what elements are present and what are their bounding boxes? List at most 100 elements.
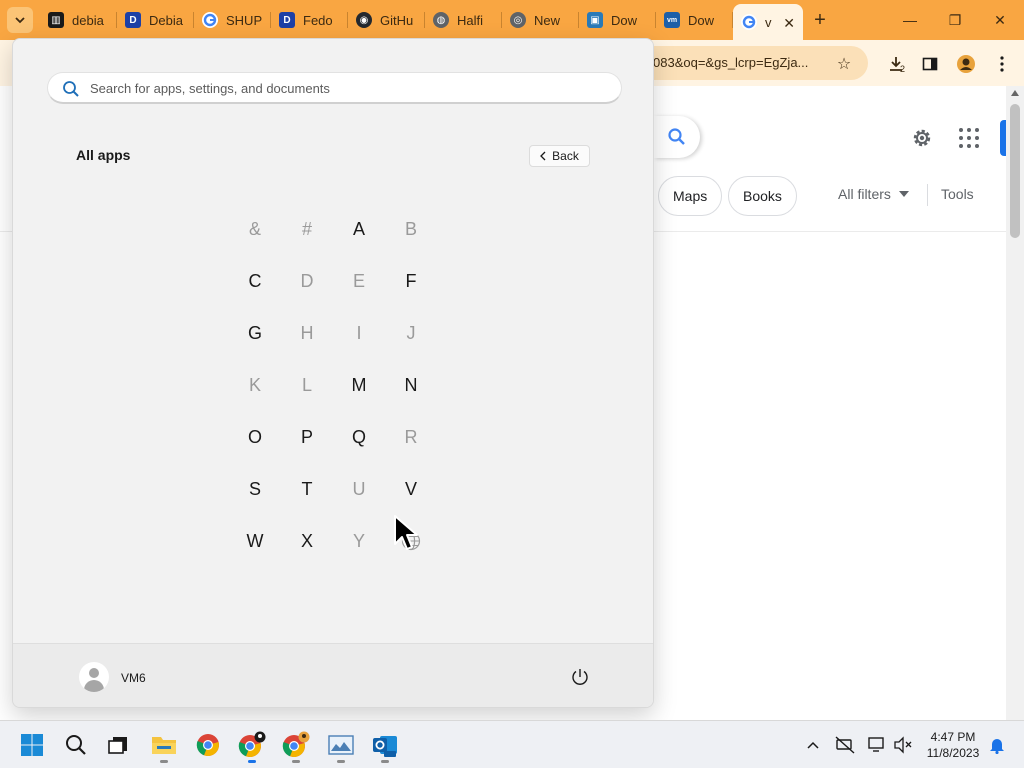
network-disconnected-icon xyxy=(835,736,855,754)
letter-jump-16[interactable]: O xyxy=(229,411,281,463)
chrome-profile-2-taskbar-button[interactable] xyxy=(277,726,315,764)
photo-viewer-icon xyxy=(328,735,354,755)
download-count-badge: 2 xyxy=(900,64,906,74)
browser-tab[interactable]: ◍ Halfi xyxy=(425,0,502,40)
letter-jump-6: E xyxy=(352,270,365,291)
user-name[interactable]: VM6 xyxy=(121,671,146,685)
browser-tab[interactable]: ▣ Dow xyxy=(579,0,656,40)
google-search-submit[interactable] xyxy=(654,116,700,158)
letter-jump-19: R xyxy=(404,426,418,447)
start-search-box[interactable] xyxy=(47,72,622,104)
tab-label: Dow xyxy=(611,12,638,28)
letter-jump-4[interactable]: C xyxy=(229,255,281,307)
browser-tab[interactable]: ◉ GitHu xyxy=(348,0,425,40)
photo-viewer-taskbar-button[interactable] xyxy=(322,726,360,764)
filter-divider xyxy=(927,184,928,206)
letter-d-icon: D xyxy=(279,12,295,28)
downloads-button[interactable]: 2 xyxy=(884,52,908,76)
bookmark-star-icon[interactable]: ☆ xyxy=(832,52,856,76)
task-view-button[interactable] xyxy=(99,726,137,764)
google-apps-button[interactable] xyxy=(955,125,981,151)
mouse-cursor-icon xyxy=(394,515,418,550)
letter-jump-18[interactable]: Q xyxy=(333,411,385,463)
letter-jump-9: H xyxy=(300,322,314,343)
taskbar-search-button[interactable] xyxy=(57,726,95,764)
tab-label: Dow xyxy=(688,12,715,28)
letter-jump-14[interactable]: M xyxy=(333,359,385,411)
restore-button[interactable]: ❐ xyxy=(940,6,970,34)
tab-label: Fedo xyxy=(303,12,333,28)
clock-date: 11/8/2023 xyxy=(926,746,980,760)
search-icon xyxy=(66,735,86,755)
network-status-button[interactable] xyxy=(834,734,856,756)
file-explorer-button[interactable] xyxy=(145,726,183,764)
github-icon: ◉ xyxy=(356,12,372,28)
chrome-profile-taskbar-button[interactable] xyxy=(233,726,271,764)
browser-tab[interactable]: vm Dow xyxy=(656,0,733,40)
scroll-up-arrow-icon[interactable] xyxy=(1011,90,1019,96)
letter-jump-17[interactable]: P xyxy=(281,411,333,463)
start-button[interactable] xyxy=(13,726,51,764)
new-tab-button[interactable]: + xyxy=(808,8,832,32)
running-indicator xyxy=(337,760,345,763)
browser-menu-button[interactable] xyxy=(990,52,1014,76)
show-hidden-icons-button[interactable] xyxy=(802,734,824,756)
tools-button[interactable]: Tools xyxy=(941,186,974,202)
filter-chip-books[interactable]: Books xyxy=(728,176,797,216)
filter-chip-maps[interactable]: Maps xyxy=(658,176,723,216)
search-icon xyxy=(668,128,685,145)
close-icon[interactable]: ✕ xyxy=(783,15,795,32)
browser-tab[interactable]: ▥ debia xyxy=(40,0,117,40)
letter-jump-24[interactable]: W xyxy=(229,515,281,567)
dropdown-arrow-icon xyxy=(898,191,909,197)
tab-search-button[interactable] xyxy=(7,7,33,33)
scrollbar-thumb[interactable] xyxy=(1010,104,1020,238)
chevron-down-icon xyxy=(15,17,25,24)
running-indicator xyxy=(160,760,168,763)
tab-label: GitHu xyxy=(380,12,414,28)
letter-jump-15[interactable]: N xyxy=(385,359,437,411)
profile-button[interactable] xyxy=(954,52,978,76)
apps-grid-dot xyxy=(967,128,971,132)
outlook-new-taskbar-button[interactable] xyxy=(366,726,404,764)
letter-jump-23[interactable]: V xyxy=(385,463,437,515)
display-status-button[interactable] xyxy=(866,734,888,756)
letter-jump-2[interactable]: A xyxy=(333,203,385,255)
close-window-button[interactable]: ✕ xyxy=(985,6,1015,34)
letter-jump-8[interactable]: G xyxy=(229,307,281,359)
browser-tab[interactable]: D Fedo xyxy=(271,0,348,40)
outlook-new-icon xyxy=(373,736,397,757)
browser-tab[interactable]: ◎ New xyxy=(502,0,579,40)
gear-icon xyxy=(913,129,931,147)
user-avatar[interactable] xyxy=(79,662,109,692)
google-g-icon xyxy=(202,12,218,28)
all-filters-dropdown[interactable]: All filters xyxy=(838,186,909,202)
power-icon[interactable] xyxy=(569,666,591,688)
browser-tab[interactable]: D Debia xyxy=(117,0,194,40)
volume-button[interactable] xyxy=(892,734,914,756)
start-search-input[interactable] xyxy=(90,73,610,103)
minimize-button[interactable]: — xyxy=(895,6,925,34)
notifications-button[interactable] xyxy=(986,734,1008,756)
browser-tab[interactable]: SHUP xyxy=(194,0,271,40)
chrome-profile-2-icon xyxy=(282,731,310,758)
start-windows-icon xyxy=(21,734,43,756)
chrome-taskbar-button[interactable] xyxy=(189,726,227,764)
side-panel-button[interactable] xyxy=(918,52,942,76)
back-button[interactable]: Back xyxy=(529,145,590,167)
letter-jump-11: J xyxy=(406,322,416,343)
letter-jump-12: K xyxy=(248,374,261,395)
side-panel-icon xyxy=(922,57,938,71)
letter-jump-21[interactable]: T xyxy=(281,463,333,515)
alphabet-jump-grid: & # A B C D E F G H I J K L M N O P Q R S T U V W X Y xyxy=(229,203,449,567)
system-clock[interactable]: 4:47 PM 11/8/2023 xyxy=(922,729,984,761)
browser-tab-active[interactable]: v ✕ xyxy=(733,4,803,40)
tab-label: v xyxy=(765,14,772,30)
google-settings-button[interactable] xyxy=(908,124,936,152)
letter-jump-7[interactable]: F xyxy=(385,255,437,307)
all-apps-heading: All apps xyxy=(76,147,131,163)
letter-jump-20[interactable]: S xyxy=(229,463,281,515)
page-scrollbar[interactable] xyxy=(1006,86,1024,720)
letter-jump-25[interactable]: X xyxy=(281,515,333,567)
volume-muted-icon xyxy=(894,736,912,754)
